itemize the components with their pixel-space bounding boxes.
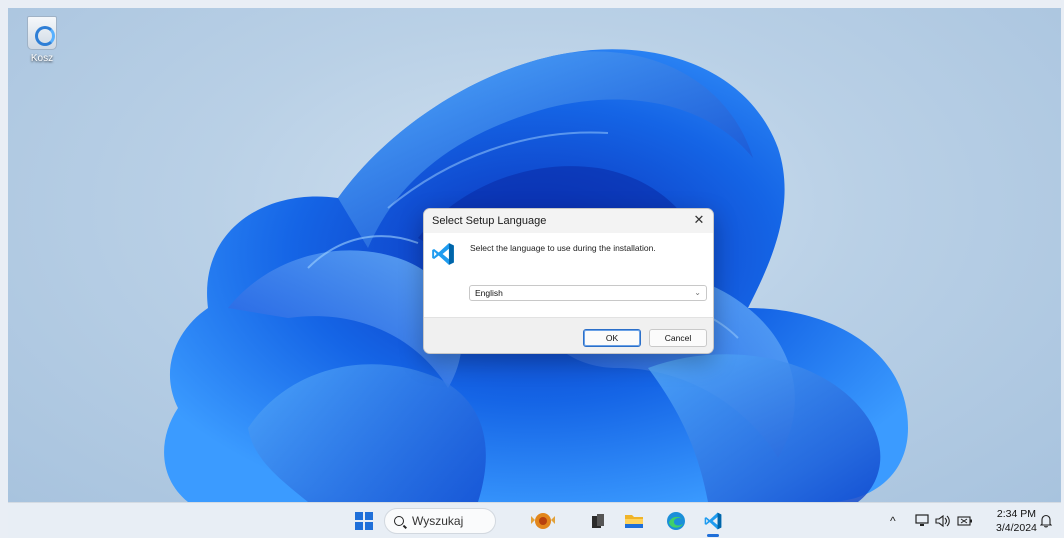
desktop-icon-label: Kosz <box>30 53 54 64</box>
start-icon[interactable] <box>355 512 373 530</box>
dialog-title: Select Setup Language <box>432 215 547 227</box>
search-placeholder: Wyszukaj <box>412 514 464 528</box>
dialog-prompt: Select the language to use during the in… <box>470 243 656 253</box>
dialog-footer: OK Cancel <box>424 317 713 353</box>
notification-bell-icon[interactable] <box>1040 514 1052 528</box>
desktop[interactable]: Kosz Select Setup Language ✕ Select the … <box>8 8 1061 502</box>
clock-time: 2:34 PM <box>996 508 1036 520</box>
active-app-indicator <box>707 534 719 537</box>
ok-button[interactable]: OK <box>583 329 641 347</box>
setup-language-dialog: Select Setup Language ✕ Select the langu… <box>423 208 714 354</box>
file-explorer-icon[interactable] <box>624 511 644 531</box>
search-icon <box>394 516 404 526</box>
vscode-icon <box>432 243 454 265</box>
taskbar: Wyszukaj ^ 2:34 PM 3/4/2024 <box>8 502 1061 538</box>
clock[interactable]: 2:34 PM 3/4/2024 <box>996 507 1037 535</box>
cancel-button[interactable]: Cancel <box>649 329 707 347</box>
close-icon[interactable]: ✕ <box>685 209 713 231</box>
edge-icon[interactable] <box>666 511 686 531</box>
network-icon[interactable] <box>915 514 929 528</box>
volume-icon[interactable] <box>935 514 951 528</box>
task-view-icon[interactable] <box>591 511 605 531</box>
chevron-down-icon: ⌄ <box>694 288 701 297</box>
language-selected-value: English <box>475 288 503 298</box>
search-box[interactable]: Wyszukaj <box>384 508 496 534</box>
vscode-taskbar-icon[interactable] <box>702 511 724 531</box>
clock-date: 3/4/2024 <box>996 522 1037 534</box>
desktop-icon-recycle-bin[interactable]: Kosz <box>20 16 64 64</box>
screen: Kosz Select Setup Language ✕ Select the … <box>8 8 1061 538</box>
widgets-icon[interactable] <box>528 510 558 532</box>
dialog-body: Select the language to use during the in… <box>424 233 713 317</box>
show-hidden-icons-chevron[interactable]: ^ <box>890 503 896 538</box>
battery-icon[interactable] <box>957 514 973 528</box>
dialog-titlebar[interactable]: Select Setup Language ✕ <box>424 209 713 233</box>
recycle-bin-icon <box>27 16 57 50</box>
language-select[interactable]: English ⌄ <box>469 285 707 301</box>
